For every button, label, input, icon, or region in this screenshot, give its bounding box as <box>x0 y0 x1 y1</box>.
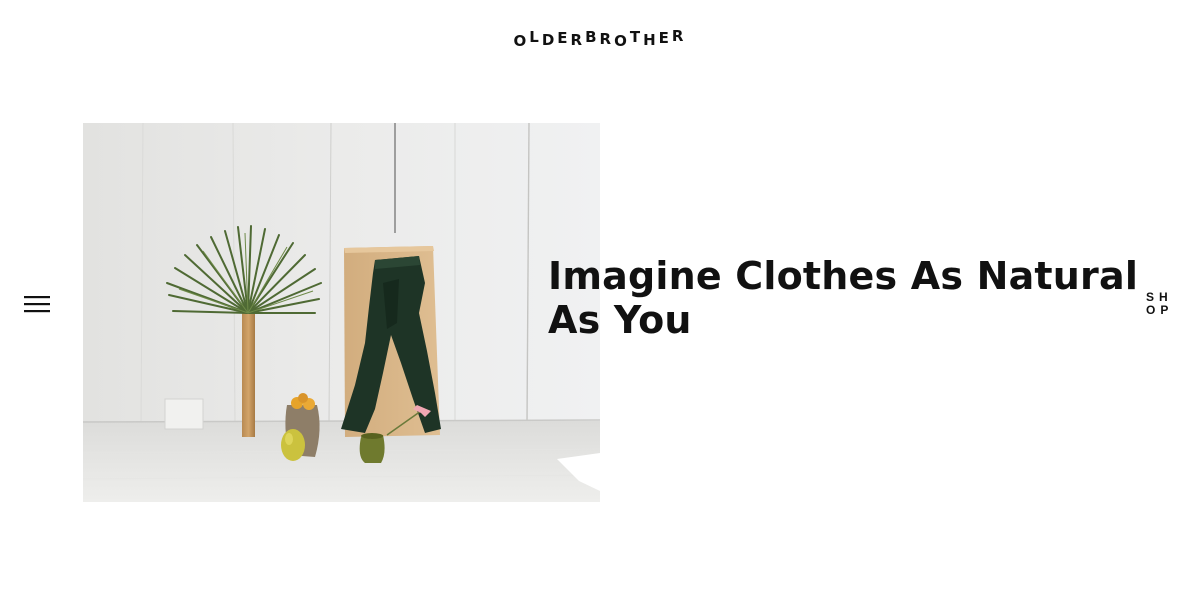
shop-link[interactable]: SH OP <box>1140 291 1176 321</box>
logo-letter: E <box>557 28 571 47</box>
logo-letter: R <box>599 29 615 48</box>
menu-button[interactable] <box>22 291 52 317</box>
logo-letter: T <box>629 27 644 46</box>
logo-letter: H <box>643 30 659 49</box>
logo-letter: O <box>513 31 530 50</box>
logo-letter: B <box>585 27 600 46</box>
logo-letter: O <box>614 31 630 50</box>
logo-letter: E <box>658 28 672 47</box>
hero-image[interactable] <box>83 123 600 502</box>
logo-letter: D <box>541 30 558 49</box>
logo-letter: R <box>570 30 586 49</box>
shop-label-line2: OP <box>1146 303 1174 317</box>
hero-headline[interactable]: Imagine Clothes As Natural As You <box>548 254 1148 342</box>
brand-logo[interactable]: O L D E R B R O T H E R <box>0 26 1200 52</box>
logo-letter: R <box>671 26 687 45</box>
hamburger-menu-icon <box>24 296 50 313</box>
logo-letter: L <box>529 27 542 46</box>
